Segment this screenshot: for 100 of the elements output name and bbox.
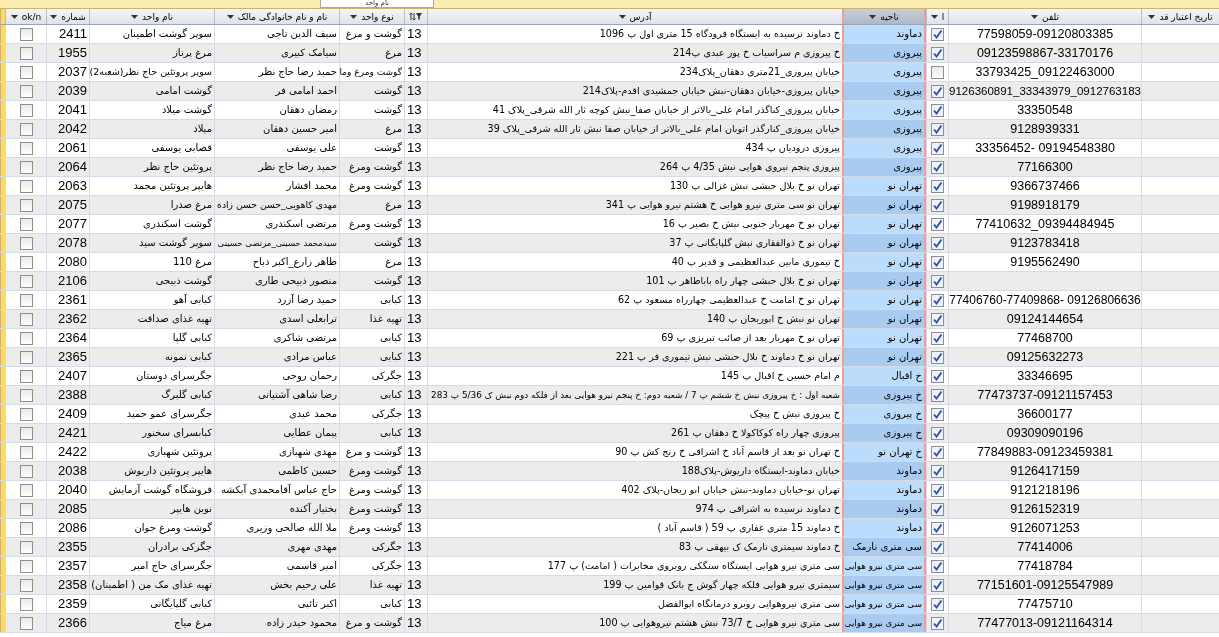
- checkbox[interactable]: [931, 426, 944, 440]
- table-cell: گوشت اسکندری: [89, 215, 214, 233]
- checkbox[interactable]: [19, 559, 33, 573]
- checkbox[interactable]: [19, 616, 33, 630]
- checkbox[interactable]: [931, 597, 944, 611]
- dropdown-arrow-icon[interactable]: [930, 14, 938, 19]
- table-cell: نوین هایپر: [89, 500, 214, 518]
- dropdown-arrow-icon[interactable]: [10, 14, 18, 19]
- checkbox[interactable]: [19, 388, 33, 402]
- table-cell: گوشت و مرغ: [339, 25, 404, 43]
- checkbox[interactable]: [931, 388, 944, 402]
- checkbox[interactable]: [19, 369, 33, 383]
- phone-cell: 9126071253: [948, 519, 1141, 537]
- checkbox[interactable]: [931, 331, 944, 345]
- checkbox[interactable]: [931, 616, 944, 630]
- checkbox[interactable]: [931, 141, 944, 155]
- checkbox[interactable]: [19, 141, 33, 155]
- checkbox[interactable]: [931, 255, 944, 269]
- checkbox[interactable]: [19, 521, 33, 535]
- checkbox[interactable]: [931, 312, 944, 326]
- checkbox[interactable]: [19, 255, 33, 269]
- checkbox[interactable]: [19, 540, 33, 554]
- phone-cell: 77410632_09394484945: [948, 215, 1141, 233]
- checkbox[interactable]: [931, 236, 944, 250]
- dropdown-arrow-icon[interactable]: [350, 14, 358, 19]
- dropdown-arrow-icon[interactable]: [1031, 14, 1039, 19]
- checkbox[interactable]: [931, 274, 944, 288]
- address-cell: خیابان پیروزی_21متری دهقان_پلاک234: [427, 63, 842, 81]
- dropdown-arrow-icon[interactable]: [1148, 14, 1156, 19]
- checkbox[interactable]: [931, 521, 944, 535]
- checkbox[interactable]: [931, 350, 944, 364]
- dropdown-arrow-icon[interactable]: [50, 14, 58, 19]
- column-header[interactable]: نوع واحد: [339, 9, 404, 24]
- checkbox[interactable]: [931, 27, 944, 41]
- dropdown-arrow-icon[interactable]: [869, 14, 877, 19]
- dropdown-arrow-icon[interactable]: [131, 14, 139, 19]
- checkbox[interactable]: [19, 331, 33, 345]
- checkbox[interactable]: [931, 407, 944, 421]
- column-header[interactable]: نام واحد: [89, 9, 214, 24]
- checkbox[interactable]: [19, 483, 33, 497]
- checkbox[interactable]: [19, 160, 33, 174]
- checkbox[interactable]: [931, 198, 944, 212]
- checkbox[interactable]: [19, 597, 33, 611]
- checkbox[interactable]: [931, 578, 944, 592]
- table-cell: تهران نو: [842, 272, 926, 290]
- checkbox[interactable]: [19, 84, 33, 98]
- column-header[interactable]: شماره: [46, 9, 89, 24]
- checkbox[interactable]: [19, 426, 33, 440]
- table-cell: 2361: [46, 291, 89, 309]
- sort-filter-icon[interactable]: [409, 12, 423, 21]
- checkbox[interactable]: [19, 65, 33, 79]
- checkbox[interactable]: [19, 46, 33, 60]
- checkbox[interactable]: [931, 122, 944, 136]
- column-header[interactable]: ناحیه: [842, 9, 926, 24]
- checkbox[interactable]: [19, 312, 33, 326]
- checkbox[interactable]: [19, 274, 33, 288]
- checkbox[interactable]: [931, 502, 944, 516]
- table-cell: احمد امامی فر: [214, 82, 339, 100]
- checkbox[interactable]: [931, 46, 944, 60]
- checkbox[interactable]: [931, 445, 944, 459]
- column-header[interactable]: آدرس: [427, 9, 842, 24]
- checkbox[interactable]: [931, 217, 944, 231]
- checkbox[interactable]: [931, 160, 944, 174]
- checkbox[interactable]: [931, 65, 944, 79]
- table-cell: 2041: [46, 101, 89, 119]
- column-header[interactable]: تاریخ اعتبار قد: [1141, 9, 1219, 24]
- checkbox[interactable]: [19, 217, 33, 231]
- checkbox[interactable]: [931, 84, 944, 98]
- checkbox[interactable]: [931, 464, 944, 478]
- checkbox[interactable]: [931, 103, 944, 117]
- checkbox[interactable]: [19, 293, 33, 307]
- checkbox[interactable]: [19, 502, 33, 516]
- checkbox[interactable]: [19, 198, 33, 212]
- table-cell: تهران نو: [842, 329, 926, 347]
- checkbox[interactable]: [19, 407, 33, 421]
- checkbox[interactable]: [931, 293, 944, 307]
- address-cell: خیابان پیروزی-خیابان دهقان-نبش خیابان جمشیدی اقدم-پلاک214: [427, 82, 842, 100]
- checkbox[interactable]: [19, 578, 33, 592]
- column-header[interactable]: نام و نام خانوادگی مالک: [214, 9, 339, 24]
- checkbox[interactable]: [931, 540, 944, 554]
- dropdown-arrow-icon[interactable]: [618, 14, 626, 19]
- checkbox[interactable]: [19, 103, 33, 117]
- table-cell: 2388: [46, 386, 89, 404]
- checkbox[interactable]: [19, 27, 33, 41]
- checkbox[interactable]: [19, 122, 33, 136]
- checkbox[interactable]: [19, 464, 33, 478]
- checkbox[interactable]: [19, 350, 33, 364]
- checkbox[interactable]: [931, 483, 944, 497]
- table-cell: سوپر پروتئین حاج نظر(شعبه2): [89, 63, 214, 81]
- table-cell: گوشت و مرغ: [339, 443, 404, 461]
- dropdown-arrow-icon[interactable]: [226, 14, 234, 19]
- checkbox[interactable]: [931, 179, 944, 193]
- checkbox[interactable]: [19, 445, 33, 459]
- column-header[interactable]: تلفن: [948, 9, 1141, 24]
- checkbox[interactable]: [19, 236, 33, 250]
- address-cell: تهران نو خ امامت خ عبدالعظیمی چهارراه مسعود پ 62: [427, 291, 842, 309]
- table-cell: خ تهران نو: [842, 443, 926, 461]
- checkbox[interactable]: [19, 179, 33, 193]
- checkbox[interactable]: [931, 559, 944, 573]
- checkbox[interactable]: [931, 369, 944, 383]
